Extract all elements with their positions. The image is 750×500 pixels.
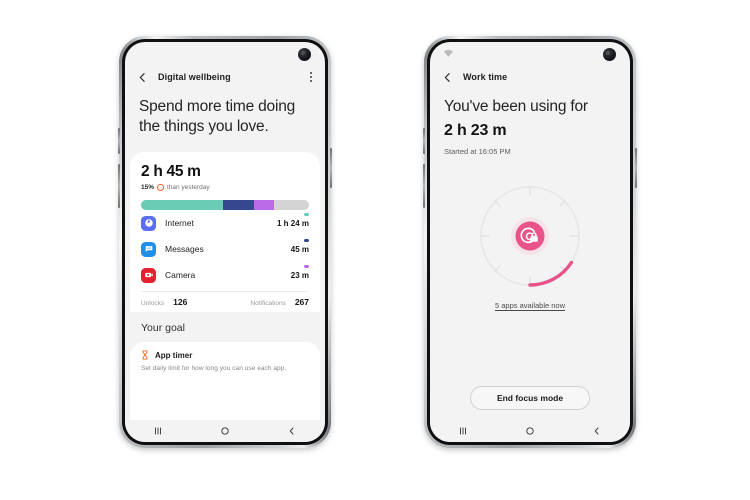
back-chevron-icon[interactable]	[591, 425, 603, 437]
phone-side-button[interactable]	[118, 128, 120, 154]
dial-progress-arc	[528, 260, 574, 287]
recents-icon[interactable]	[457, 425, 469, 437]
wifi-icon	[444, 49, 453, 57]
usage-segment-internet	[141, 200, 224, 211]
hero-section: Spend more time doing the things you lov…	[125, 90, 325, 152]
app-timer-title: App timer	[155, 350, 193, 360]
delta-label: than yesterday	[167, 184, 210, 192]
total-screen-time: 2 h 45 m	[141, 163, 201, 181]
stat-label: Notifications	[250, 300, 286, 308]
phone-screen-right: Work time You've been using for 2 h 23 m…	[430, 42, 630, 442]
screenshot-canvas: Digital wellbeing Spend more time doing …	[0, 0, 750, 500]
down-arrow-circle-icon	[157, 184, 165, 192]
phone-side-button[interactable]	[423, 128, 425, 154]
hero-headline: You've been using for	[444, 98, 588, 115]
legend-dot-messages	[304, 239, 309, 242]
system-navigation-bar	[125, 420, 325, 442]
phone-work-time: Work time You've been using for 2 h 23 m…	[423, 36, 637, 448]
goal-section-title: Your goal	[141, 322, 185, 335]
focus-timer-dial[interactable]	[472, 178, 588, 294]
focus-mode-section: 5 apps available now	[430, 172, 630, 386]
phone-power-button[interactable]	[330, 148, 332, 188]
end-focus-mode-button[interactable]: End focus mode	[469, 386, 591, 410]
app-name: Internet	[165, 218, 194, 229]
phone-volume-button[interactable]	[118, 164, 120, 208]
usage-segment-camera	[253, 200, 274, 211]
kebab-menu-icon[interactable]	[309, 72, 312, 82]
cta-container: End focus mode	[430, 386, 630, 420]
phone-screen-left: Digital wellbeing Spend more time doing …	[125, 42, 325, 442]
app-usage-time: 45 m	[290, 244, 309, 254]
focus-dial-svg	[480, 185, 580, 287]
legend-dot-internet	[304, 213, 309, 216]
hero-section: You've been using for 2 h 23 m Started a…	[430, 90, 630, 172]
phone-bezel: Digital wellbeing Spend more time doing …	[122, 39, 328, 445]
app-usage-time: 1 h 24 m	[276, 218, 309, 228]
available-apps-link[interactable]: 5 apps available now	[495, 301, 565, 310]
messages-icon	[141, 241, 156, 257]
phone-bezel: Work time You've been using for 2 h 23 m…	[427, 39, 633, 445]
legend-dot-camera	[304, 265, 309, 268]
phone-power-button[interactable]	[635, 148, 637, 188]
phone-volume-button[interactable]	[423, 164, 425, 208]
camera-icon	[141, 267, 156, 283]
session-start-time: Started at 16:05 PM	[444, 146, 511, 156]
list-item[interactable]: Internet 1 h 24 m	[141, 210, 309, 236]
chevron-left-icon[interactable]	[136, 71, 149, 84]
stat-label: Unlocks	[141, 300, 165, 308]
front-camera-punch-hole-icon	[603, 48, 616, 61]
page-title: Digital wellbeing	[158, 72, 231, 82]
app-bar: Work time	[430, 64, 630, 90]
list-item[interactable]: Camera 23 m	[141, 262, 309, 288]
app-usage-list: Internet 1 h 24 m Messages 45 m Camera 2…	[141, 210, 309, 288]
usage-segment-messages	[223, 200, 254, 211]
front-camera-punch-hole-icon	[298, 48, 311, 61]
app-name: Camera	[165, 270, 196, 281]
home-circle-icon[interactable]	[219, 425, 231, 437]
hourglass-icon	[142, 350, 148, 360]
chevron-left-icon[interactable]	[441, 71, 454, 84]
hero-headline: Spend more time doing the things you lov…	[139, 98, 296, 135]
internet-browser-icon	[141, 215, 156, 231]
usage-segment-other	[273, 200, 309, 211]
status-bar	[125, 42, 325, 64]
status-bar	[430, 42, 630, 64]
dial-center-button[interactable]	[515, 221, 545, 251]
usage-progress-bar	[141, 200, 309, 211]
back-chevron-icon[interactable]	[286, 425, 298, 437]
home-circle-icon[interactable]	[524, 425, 536, 437]
stat-unlocks: Unlocks 126	[141, 297, 219, 307]
app-name: Messages	[165, 244, 204, 255]
app-bar: Digital wellbeing	[125, 64, 325, 90]
app-timer-card[interactable]: App timer Set daily limit for how long y…	[130, 342, 320, 420]
usage-summary-card[interactable]: 2 h 45 m 15% than yesterday Internet 1 h…	[130, 152, 320, 313]
app-usage-time: 23 m	[290, 270, 309, 280]
page-title: Work time	[463, 72, 508, 82]
system-navigation-bar	[430, 420, 630, 442]
stat-notifications: Notifications 267	[219, 297, 309, 307]
app-timer-description: Set daily limit for how long you can use…	[141, 365, 287, 373]
phone-digital-wellbeing: Digital wellbeing Spend more time doing …	[118, 36, 332, 448]
app-timer-header: App timer	[141, 350, 309, 360]
stat-value: 126	[173, 297, 188, 308]
device-stats-row: Unlocks 126 Notifications 267	[141, 291, 309, 312]
session-duration: 2 h 23 m	[444, 121, 507, 139]
list-item[interactable]: Messages 45 m	[141, 236, 309, 262]
stat-value: 267	[294, 297, 309, 308]
yesterday-comparison: 15% than yesterday	[141, 184, 309, 192]
delta-percent: 15%	[141, 184, 155, 192]
recents-icon[interactable]	[152, 425, 164, 437]
